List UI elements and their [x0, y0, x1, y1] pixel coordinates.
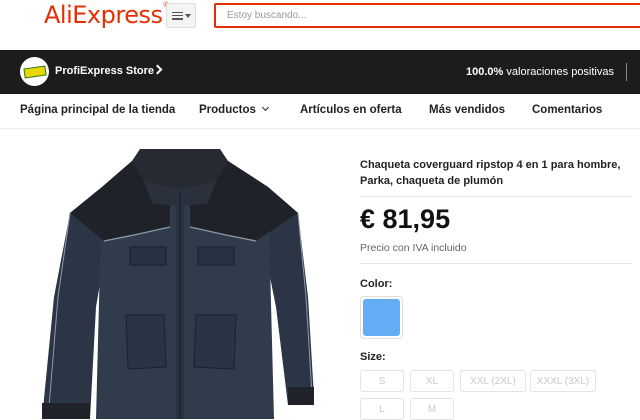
caret-down-icon [184, 13, 191, 18]
nav-item-label: Comentarios [532, 104, 603, 116]
size-option-3xl[interactable]: XXXL (3XL) [530, 370, 596, 392]
category-menu-button[interactable] [166, 3, 196, 28]
size-option-l[interactable]: L [360, 398, 404, 420]
nav-item-home[interactable]: Página principal de la tienda [20, 104, 175, 116]
nav-item-reviews[interactable]: Comentarios [532, 104, 602, 116]
nav-item-label: Más vendidos [429, 104, 506, 116]
store-rating: 100.0% valoraciones positivas [466, 66, 614, 78]
nav-item-bestsellers[interactable]: Más vendidos [429, 104, 505, 116]
logo-text: AliExpress [44, 1, 163, 29]
store-bar: ProfiExpress Store 100.0% valoraciones p… [0, 50, 640, 94]
color-swatch-fill [363, 299, 400, 336]
nav-item-products[interactable]: Productos [199, 103, 269, 116]
tax-note: Precio con IVA incluido [360, 242, 467, 254]
product-image[interactable] [30, 147, 330, 419]
aliexpress-logo[interactable]: AliExpress® [44, 1, 169, 29]
color-label: Color: [360, 278, 393, 290]
nav-item-label: Artículos en oferta [300, 104, 402, 116]
store-nav: Página principal de la tienda Productos … [0, 94, 640, 129]
product-title: Chaqueta coverguard ripstop 4 en 1 para … [360, 159, 621, 187]
product-price: € 81,95 [360, 204, 451, 234]
divider [360, 196, 632, 197]
store-logo-mark [22, 65, 47, 78]
size-option-m[interactable]: M [410, 398, 454, 420]
color-swatch[interactable] [360, 296, 403, 339]
rating-text: valoraciones positivas [503, 66, 614, 78]
store-name-link[interactable]: ProfiExpress Store [55, 65, 154, 77]
size-option-xl[interactable]: XL [410, 370, 454, 392]
nav-item-label: Productos [199, 104, 256, 116]
menu-icon [171, 11, 183, 20]
search-input[interactable] [214, 3, 640, 28]
rating-value: 100.0% [466, 66, 504, 78]
divider [360, 263, 632, 264]
divider [626, 63, 627, 81]
store-logo[interactable] [20, 57, 49, 86]
nav-item-offers[interactable]: Artículos en oferta [300, 104, 402, 116]
size-option-s[interactable]: S [360, 370, 404, 392]
size-option-2xl[interactable]: XXL (2XL) [460, 370, 526, 392]
product-section: Chaqueta coverguard ripstop 4 en 1 para … [0, 129, 640, 420]
size-label: Size: [360, 351, 386, 363]
chevron-down-icon [261, 103, 269, 112]
top-header: AliExpress® [0, 0, 640, 50]
nav-item-label: Página principal de la tienda [20, 104, 176, 116]
